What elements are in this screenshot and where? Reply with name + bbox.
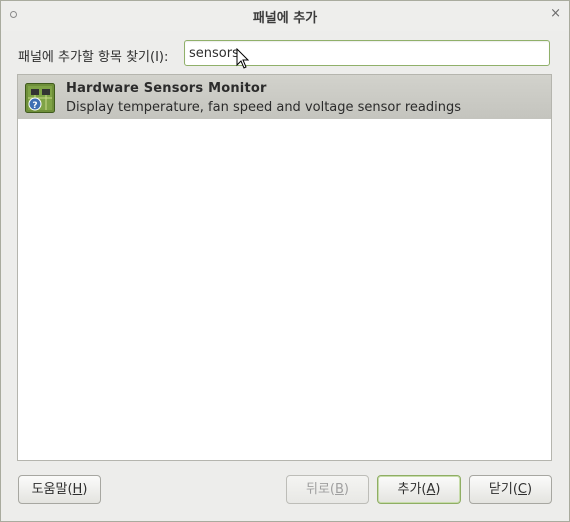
mouse-cursor-icon xyxy=(236,48,250,69)
back-button[interactable]: 뒤로(B) xyxy=(286,475,369,504)
help-button[interactable]: 도움말(H) xyxy=(18,475,101,504)
add-button[interactable]: 추가(A) xyxy=(377,475,461,504)
applet-title: Hardware Sensors Monitor xyxy=(66,81,267,96)
titlebar: 패널에 추가 × xyxy=(1,1,569,31)
close-icon[interactable]: × xyxy=(550,6,561,21)
window-title: 패널에 추가 xyxy=(252,11,318,26)
svg-text:?: ? xyxy=(32,101,37,111)
hardware-sensors-icon: ? xyxy=(25,83,55,113)
search-label: 패널에 추가할 항목 찾기(I): xyxy=(18,50,169,65)
applet-description: Display temperature, fan speed and volta… xyxy=(66,100,462,115)
list-item-hardware-sensors[interactable]: ? Hardware Sensors Monitor Display tempe… xyxy=(18,75,551,119)
applet-list[interactable]: ? Hardware Sensors Monitor Display tempe… xyxy=(17,74,552,461)
close-button[interactable]: 닫기(C) xyxy=(469,475,552,504)
